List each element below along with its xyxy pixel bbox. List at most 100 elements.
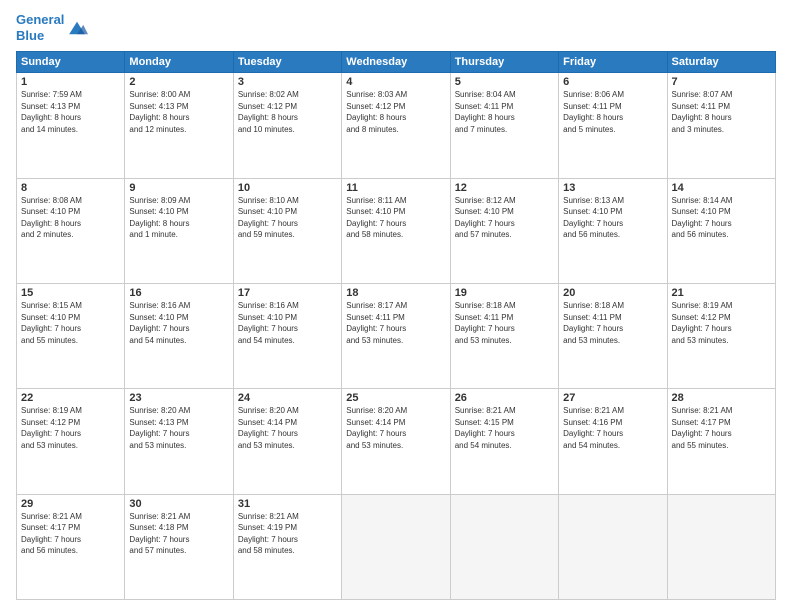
cell-info: Sunrise: 8:00 AMSunset: 4:13 PMDaylight:…: [129, 89, 228, 135]
cell-info: Sunrise: 8:18 AMSunset: 4:11 PMDaylight:…: [455, 300, 554, 346]
calendar-cell: [667, 494, 775, 599]
day-number: 17: [238, 287, 337, 299]
weekday-header-thursday: Thursday: [450, 52, 558, 73]
cell-info: Sunrise: 8:16 AMSunset: 4:10 PMDaylight:…: [238, 300, 337, 346]
logo-blue: Blue: [16, 28, 64, 44]
day-number: 21: [672, 287, 771, 299]
week-row-4: 29Sunrise: 8:21 AMSunset: 4:17 PMDayligh…: [17, 494, 776, 599]
calendar-cell: 7Sunrise: 8:07 AMSunset: 4:11 PMDaylight…: [667, 73, 775, 178]
week-row-3: 22Sunrise: 8:19 AMSunset: 4:12 PMDayligh…: [17, 389, 776, 494]
day-number: 29: [21, 498, 120, 510]
day-number: 3: [238, 76, 337, 88]
cell-info: Sunrise: 8:02 AMSunset: 4:12 PMDaylight:…: [238, 89, 337, 135]
cell-info: Sunrise: 8:21 AMSunset: 4:17 PMDaylight:…: [672, 405, 771, 451]
day-number: 30: [129, 498, 228, 510]
day-number: 7: [672, 76, 771, 88]
cell-info: Sunrise: 8:14 AMSunset: 4:10 PMDaylight:…: [672, 195, 771, 241]
cell-info: Sunrise: 8:18 AMSunset: 4:11 PMDaylight:…: [563, 300, 662, 346]
day-number: 26: [455, 392, 554, 404]
calendar-cell: 22Sunrise: 8:19 AMSunset: 4:12 PMDayligh…: [17, 389, 125, 494]
day-number: 23: [129, 392, 228, 404]
cell-info: Sunrise: 8:21 AMSunset: 4:19 PMDaylight:…: [238, 511, 337, 557]
weekday-header-friday: Friday: [559, 52, 667, 73]
cell-info: Sunrise: 8:03 AMSunset: 4:12 PMDaylight:…: [346, 89, 445, 135]
calendar-cell: 17Sunrise: 8:16 AMSunset: 4:10 PMDayligh…: [233, 283, 341, 388]
calendar-cell: 28Sunrise: 8:21 AMSunset: 4:17 PMDayligh…: [667, 389, 775, 494]
cell-info: Sunrise: 8:10 AMSunset: 4:10 PMDaylight:…: [238, 195, 337, 241]
calendar-cell: 3Sunrise: 8:02 AMSunset: 4:12 PMDaylight…: [233, 73, 341, 178]
calendar-cell: 8Sunrise: 8:08 AMSunset: 4:10 PMDaylight…: [17, 178, 125, 283]
calendar-table: SundayMondayTuesdayWednesdayThursdayFrid…: [16, 51, 776, 600]
weekday-header-wednesday: Wednesday: [342, 52, 450, 73]
day-number: 19: [455, 287, 554, 299]
day-number: 15: [21, 287, 120, 299]
weekday-header-sunday: Sunday: [17, 52, 125, 73]
weekday-header-row: SundayMondayTuesdayWednesdayThursdayFrid…: [17, 52, 776, 73]
day-number: 28: [672, 392, 771, 404]
day-number: 2: [129, 76, 228, 88]
calendar-cell: 16Sunrise: 8:16 AMSunset: 4:10 PMDayligh…: [125, 283, 233, 388]
day-number: 6: [563, 76, 662, 88]
page: General Blue SundayMondayTuesdayWednesda…: [0, 0, 792, 612]
cell-info: Sunrise: 8:06 AMSunset: 4:11 PMDaylight:…: [563, 89, 662, 135]
calendar-cell: [450, 494, 558, 599]
day-number: 14: [672, 182, 771, 194]
day-number: 13: [563, 182, 662, 194]
day-number: 27: [563, 392, 662, 404]
day-number: 24: [238, 392, 337, 404]
calendar-cell: 31Sunrise: 8:21 AMSunset: 4:19 PMDayligh…: [233, 494, 341, 599]
cell-info: Sunrise: 8:15 AMSunset: 4:10 PMDaylight:…: [21, 300, 120, 346]
cell-info: Sunrise: 7:59 AMSunset: 4:13 PMDaylight:…: [21, 89, 120, 135]
calendar-cell: 13Sunrise: 8:13 AMSunset: 4:10 PMDayligh…: [559, 178, 667, 283]
day-number: 16: [129, 287, 228, 299]
day-number: 4: [346, 76, 445, 88]
cell-info: Sunrise: 8:19 AMSunset: 4:12 PMDaylight:…: [21, 405, 120, 451]
calendar-cell: 4Sunrise: 8:03 AMSunset: 4:12 PMDaylight…: [342, 73, 450, 178]
calendar-cell: 26Sunrise: 8:21 AMSunset: 4:15 PMDayligh…: [450, 389, 558, 494]
weekday-header-monday: Monday: [125, 52, 233, 73]
calendar-cell: 12Sunrise: 8:12 AMSunset: 4:10 PMDayligh…: [450, 178, 558, 283]
cell-info: Sunrise: 8:11 AMSunset: 4:10 PMDaylight:…: [346, 195, 445, 241]
cell-info: Sunrise: 8:19 AMSunset: 4:12 PMDaylight:…: [672, 300, 771, 346]
logo-text: General: [16, 12, 64, 28]
day-number: 31: [238, 498, 337, 510]
week-row-1: 8Sunrise: 8:08 AMSunset: 4:10 PMDaylight…: [17, 178, 776, 283]
day-number: 22: [21, 392, 120, 404]
logo-general: General: [16, 12, 64, 27]
calendar-body: 1Sunrise: 7:59 AMSunset: 4:13 PMDaylight…: [17, 73, 776, 600]
calendar-cell: 15Sunrise: 8:15 AMSunset: 4:10 PMDayligh…: [17, 283, 125, 388]
cell-info: Sunrise: 8:21 AMSunset: 4:16 PMDaylight:…: [563, 405, 662, 451]
cell-info: Sunrise: 8:20 AMSunset: 4:14 PMDaylight:…: [238, 405, 337, 451]
cell-info: Sunrise: 8:21 AMSunset: 4:18 PMDaylight:…: [129, 511, 228, 557]
week-row-2: 15Sunrise: 8:15 AMSunset: 4:10 PMDayligh…: [17, 283, 776, 388]
day-number: 18: [346, 287, 445, 299]
cell-info: Sunrise: 8:08 AMSunset: 4:10 PMDaylight:…: [21, 195, 120, 241]
calendar-cell: 10Sunrise: 8:10 AMSunset: 4:10 PMDayligh…: [233, 178, 341, 283]
calendar-cell: 23Sunrise: 8:20 AMSunset: 4:13 PMDayligh…: [125, 389, 233, 494]
cell-info: Sunrise: 8:13 AMSunset: 4:10 PMDaylight:…: [563, 195, 662, 241]
week-row-0: 1Sunrise: 7:59 AMSunset: 4:13 PMDaylight…: [17, 73, 776, 178]
calendar-cell: 14Sunrise: 8:14 AMSunset: 4:10 PMDayligh…: [667, 178, 775, 283]
calendar-cell: 11Sunrise: 8:11 AMSunset: 4:10 PMDayligh…: [342, 178, 450, 283]
calendar-cell: 18Sunrise: 8:17 AMSunset: 4:11 PMDayligh…: [342, 283, 450, 388]
calendar-cell: [342, 494, 450, 599]
calendar-cell: 27Sunrise: 8:21 AMSunset: 4:16 PMDayligh…: [559, 389, 667, 494]
cell-info: Sunrise: 8:04 AMSunset: 4:11 PMDaylight:…: [455, 89, 554, 135]
cell-info: Sunrise: 8:21 AMSunset: 4:17 PMDaylight:…: [21, 511, 120, 557]
day-number: 20: [563, 287, 662, 299]
calendar-cell: 5Sunrise: 8:04 AMSunset: 4:11 PMDaylight…: [450, 73, 558, 178]
day-number: 1: [21, 76, 120, 88]
logo-icon: [66, 17, 88, 39]
day-number: 9: [129, 182, 228, 194]
cell-info: Sunrise: 8:12 AMSunset: 4:10 PMDaylight:…: [455, 195, 554, 241]
calendar-cell: 20Sunrise: 8:18 AMSunset: 4:11 PMDayligh…: [559, 283, 667, 388]
day-number: 25: [346, 392, 445, 404]
cell-info: Sunrise: 8:17 AMSunset: 4:11 PMDaylight:…: [346, 300, 445, 346]
cell-info: Sunrise: 8:07 AMSunset: 4:11 PMDaylight:…: [672, 89, 771, 135]
weekday-header-saturday: Saturday: [667, 52, 775, 73]
cell-info: Sunrise: 8:09 AMSunset: 4:10 PMDaylight:…: [129, 195, 228, 241]
cell-info: Sunrise: 8:20 AMSunset: 4:13 PMDaylight:…: [129, 405, 228, 451]
calendar-cell: 29Sunrise: 8:21 AMSunset: 4:17 PMDayligh…: [17, 494, 125, 599]
day-number: 10: [238, 182, 337, 194]
calendar-cell: 19Sunrise: 8:18 AMSunset: 4:11 PMDayligh…: [450, 283, 558, 388]
